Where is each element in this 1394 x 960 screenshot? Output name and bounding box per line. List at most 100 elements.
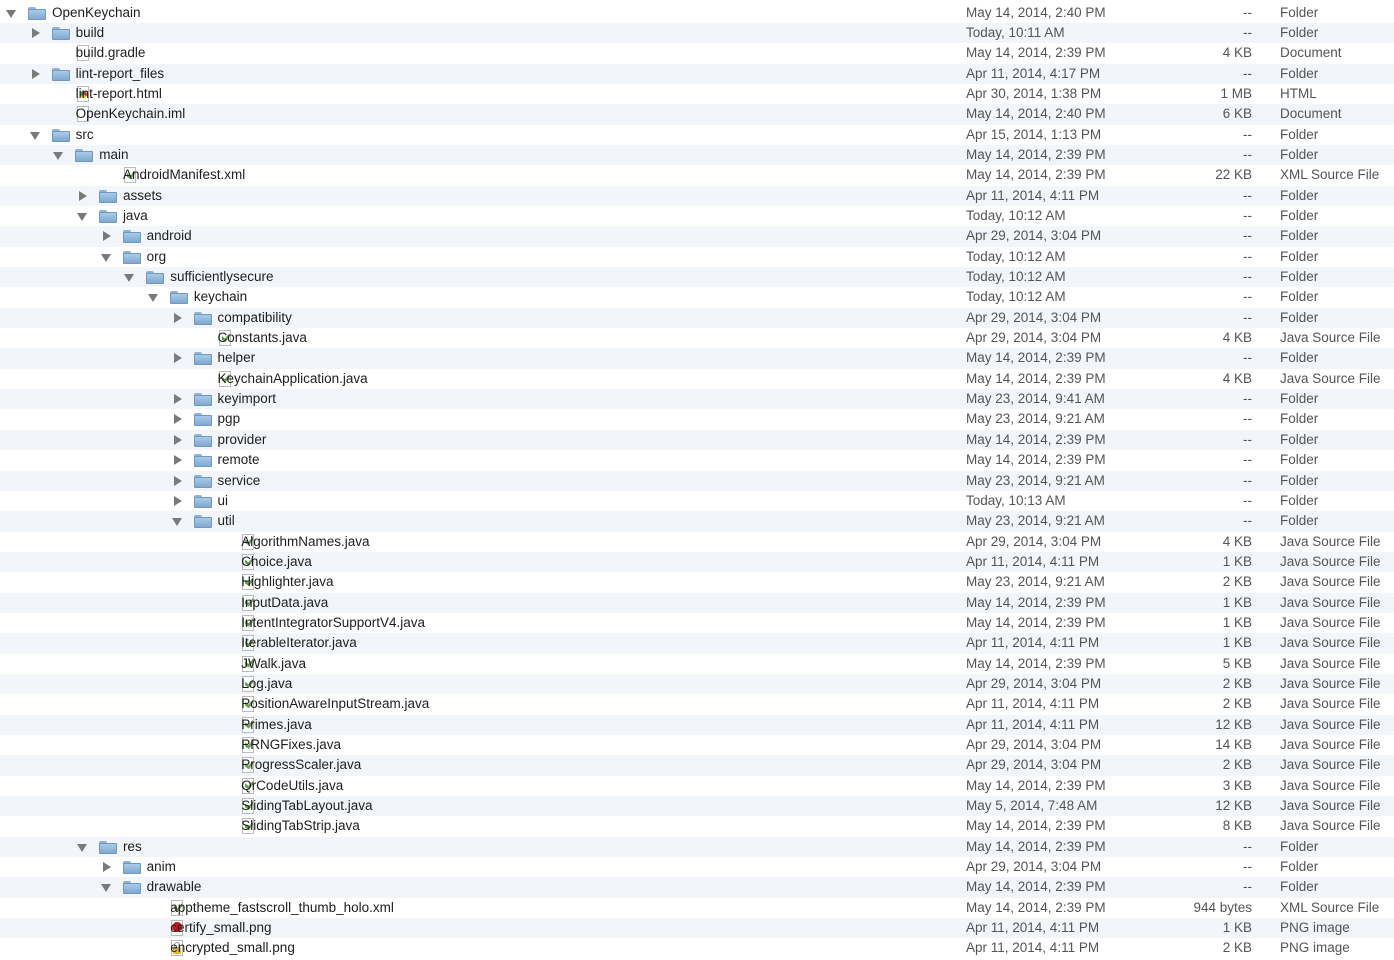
list-item[interactable]: Log.java Apr 29, 2014, 3:04 PM 2 KB Java So… [0, 673, 1394, 695]
file-name: Highlighter.java [241, 574, 334, 590]
file-name: res [122, 838, 142, 854]
list-item[interactable]: Choice.java Apr 11, 2014, 4:11 PM 1 KB Java… [0, 551, 1394, 573]
file-kind: Folder [1280, 513, 1319, 529]
list-item[interactable]: keychain Today, 10:12 AM -- Folder [0, 287, 1394, 308]
list-item[interactable]: Primes.java Apr 11, 2014, 4:11 PM 12 KB Jav… [0, 714, 1394, 735]
file-size: 6 KB [1222, 106, 1252, 122]
file-size: -- [1243, 431, 1252, 447]
disclosure-triangle-closed-icon[interactable] [171, 348, 183, 368]
list-item[interactable]: provider May 14, 2014, 2:39 PM -- Folder [0, 429, 1394, 451]
disclosure-triangle-open-icon[interactable] [5, 3, 17, 23]
disclosure-triangle-closed-icon[interactable] [171, 491, 183, 511]
disclosure-triangle-open-icon[interactable] [147, 287, 159, 307]
list-item[interactable]: compatibility Apr 29, 2014, 3:04 PM -- Fold… [0, 307, 1394, 329]
list-item[interactable]: Constants.java Apr 29, 2014, 3:04 PM 4 KB J… [0, 328, 1394, 349]
list-item[interactable]: AlgorithmNames.java Apr 29, 2014, 3:04 PM… [0, 531, 1394, 552]
folder-icon [122, 230, 141, 244]
disclosure-triangle-closed-icon[interactable] [171, 409, 183, 429]
list-item[interactable]: src Apr 15, 2014, 1:13 PM -- Folder [0, 124, 1394, 145]
list-item[interactable]: org Today, 10:12 AM -- Folder [0, 246, 1394, 268]
file-name: Log.java [241, 675, 293, 691]
date-modified: Apr 30, 2014, 1:38 PM [966, 85, 1102, 101]
file-name: helper [217, 350, 256, 366]
file-name: service [217, 472, 261, 488]
list-item[interactable]: build Today, 10:11 AM -- Folder [0, 22, 1394, 44]
list-item[interactable]: java Today, 10:12 AM -- Folder [0, 206, 1394, 227]
file-size: 14 KB [1215, 736, 1252, 752]
folder-icon [122, 861, 141, 875]
file-name: OpenKeychain [52, 4, 141, 20]
list-item[interactable]: OpenKeychain May 14, 2014, 2:40 PM -- Folde… [0, 2, 1394, 23]
list-item[interactable]: service May 23, 2014, 9:21 AM -- Folder [0, 470, 1394, 491]
list-item[interactable]: res May 14, 2014, 2:39 PM -- Folder [0, 836, 1394, 858]
list-item[interactable]: QrCodeUtils.java May 14, 2014, 2:39 PM 3 K… [0, 775, 1394, 796]
file-size: -- [1243, 126, 1252, 142]
list-item[interactable]: lint-report.html Apr 30, 2014, 1:38 PM 1 M… [0, 83, 1394, 105]
file-name: util [217, 513, 235, 529]
list-item[interactable]: certify_small.png Apr 11, 2014, 4:11 PM 1 … [0, 918, 1394, 939]
file-name: Constants.java [217, 330, 307, 346]
list-item[interactable]: IterableIterator.java Apr 11, 2014, 4:11 … [0, 633, 1394, 654]
disclosure-triangle-closed-icon[interactable] [76, 186, 88, 206]
disclosure-triangle-closed-icon[interactable] [171, 430, 183, 450]
file-kind: HTML [1280, 85, 1317, 101]
disclosure-triangle-open-icon[interactable] [29, 125, 41, 145]
list-item[interactable]: IntentIntegratorSupportV4.java May 14, 20… [0, 612, 1394, 634]
file-name: keyimport [217, 391, 277, 407]
disclosure-triangle-closed-icon[interactable] [100, 857, 112, 877]
list-item[interactable]: main May 14, 2014, 2:39 PM -- Folder [0, 145, 1394, 166]
disclosure-triangle-open-icon[interactable] [76, 206, 88, 226]
list-item[interactable]: pgp May 23, 2014, 9:21 AM -- Folder [0, 409, 1394, 430]
list-item[interactable]: JWalk.java May 14, 2014, 2:39 PM 5 KB Java … [0, 653, 1394, 674]
list-item[interactable]: anim Apr 29, 2014, 3:04 PM -- Folder [0, 857, 1394, 878]
file-name: OpenKeychain.iml [75, 106, 186, 122]
disclosure-triangle-open-icon[interactable] [100, 247, 112, 267]
list-item[interactable]: OpenKeychain.iml May 14, 2014, 2:40 PM 6 K… [0, 104, 1394, 125]
date-modified: Apr 29, 2014, 3:04 PM [966, 330, 1102, 346]
disclosure-triangle-open-icon[interactable] [52, 145, 64, 165]
list-item[interactable]: remote May 14, 2014, 2:39 PM -- Folder [0, 450, 1394, 471]
list-item[interactable]: apptheme_fastscroll_thumb_holo.xml May 14… [0, 897, 1394, 919]
list-item[interactable]: PositionAwareInputStream.java Apr 11, 201… [0, 694, 1394, 715]
list-item[interactable]: AndroidManifest.xml May 14, 2014, 2:39 PM… [0, 165, 1394, 186]
list-item[interactable]: SlidingTabLayout.java May 5, 2014, 7:48 A… [0, 796, 1394, 817]
file-name: provider [217, 431, 267, 447]
disclosure-triangle-closed-icon[interactable] [29, 23, 41, 43]
disclosure-triangle-open-icon[interactable] [100, 877, 112, 897]
disclosure-triangle-open-icon[interactable] [123, 267, 135, 287]
list-item[interactable]: encrypted_small.png Apr 11, 2014, 4:11 PM… [0, 938, 1394, 959]
list-item[interactable]: SlidingTabStrip.java May 14, 2014, 2:39 P… [0, 816, 1394, 837]
file-kind: Folder [1280, 126, 1319, 142]
file-kind: Java Source File [1280, 574, 1381, 590]
list-item[interactable]: KeychainApplication.java May 14, 2014, 2:… [0, 368, 1394, 390]
list-item[interactable]: drawable May 14, 2014, 2:39 PM -- Folder [0, 877, 1394, 898]
list-item[interactable]: util May 23, 2014, 9:21 AM -- Folder [0, 511, 1394, 532]
list-item[interactable]: assets Apr 11, 2014, 4:11 PM -- Folder [0, 185, 1394, 207]
date-modified: May 14, 2014, 2:39 PM [966, 431, 1106, 447]
list-item[interactable]: Highlighter.java May 23, 2014, 9:21 AM 2 K… [0, 572, 1394, 593]
list-item[interactable]: keyimport May 23, 2014, 9:41 AM -- Folder [0, 389, 1394, 410]
list-item[interactable]: ProgressScaler.java Apr 29, 2014, 3:04 PM… [0, 755, 1394, 776]
list-item[interactable]: ui Today, 10:13 AM -- Folder [0, 490, 1394, 512]
file-kind: Folder [1280, 147, 1319, 162]
disclosure-triangle-closed-icon[interactable] [29, 64, 41, 84]
file-name: JWalk.java [241, 655, 306, 671]
list-item[interactable]: helper May 14, 2014, 2:39 PM -- Folder [0, 348, 1394, 369]
disclosure-triangle-closed-icon[interactable] [171, 471, 183, 491]
list-item[interactable]: PRNGFixes.java Apr 29, 2014, 3:04 PM 14 KB… [0, 734, 1394, 756]
folder-icon [169, 291, 188, 305]
file-size: 1 KB [1222, 635, 1252, 651]
disclosure-triangle-closed-icon[interactable] [100, 226, 112, 246]
disclosure-triangle-closed-icon[interactable] [171, 308, 183, 328]
list-item[interactable]: build.gradle May 14, 2014, 2:39 PM 4 KB Doc… [0, 43, 1394, 64]
disclosure-triangle-closed-icon[interactable] [171, 389, 183, 409]
folder-icon [28, 6, 46, 20]
list-item[interactable]: InputData.java May 14, 2014, 2:39 PM 1 KB J… [0, 592, 1394, 613]
list-item[interactable]: sufficientlysecure Today, 10:12 AM -- Folde… [0, 267, 1394, 288]
list-item[interactable]: lint-report_files Apr 11, 2014, 4:17 PM --… [0, 63, 1394, 84]
list-item[interactable]: android Apr 29, 2014, 3:04 PM -- Folder [0, 226, 1394, 247]
date-modified: May 14, 2014, 2:39 PM [966, 452, 1106, 468]
disclosure-triangle-open-icon[interactable] [76, 837, 88, 857]
disclosure-triangle-open-icon[interactable] [171, 511, 183, 531]
disclosure-triangle-closed-icon[interactable] [171, 450, 183, 470]
